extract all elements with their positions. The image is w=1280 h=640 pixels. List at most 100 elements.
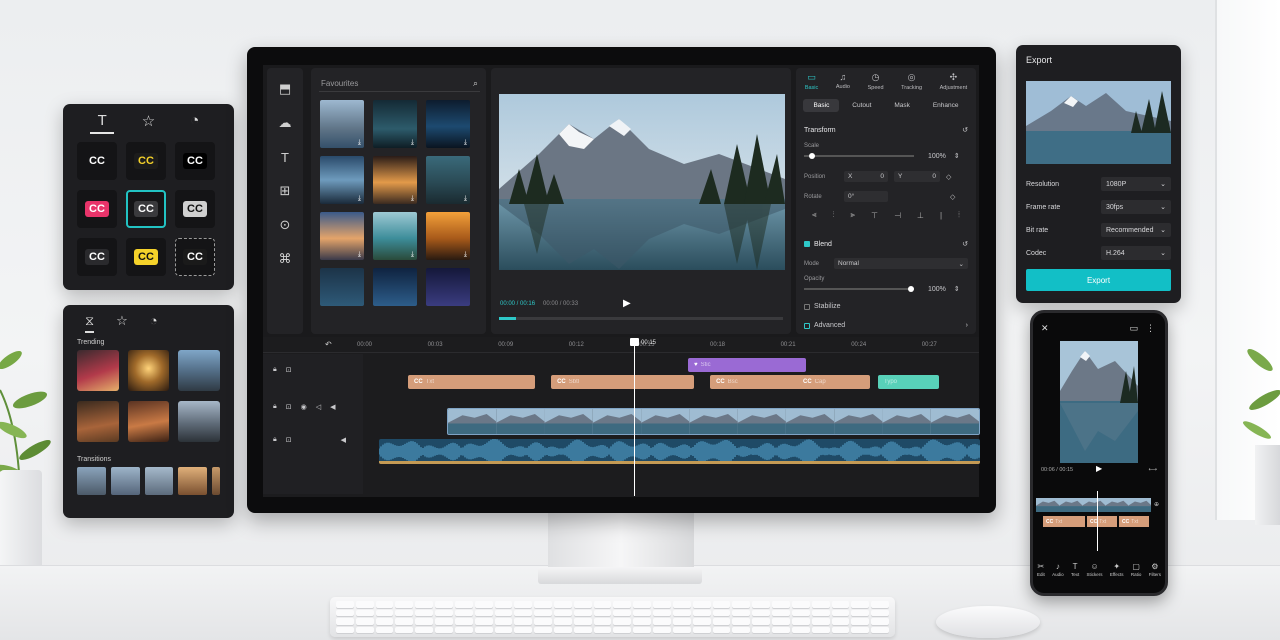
caption-style-tile[interactable]: CC [175, 142, 215, 180]
preview-video[interactable] [499, 94, 785, 270]
checkbox-checked-icon[interactable] [804, 241, 810, 247]
transform-header[interactable]: Transform ↺ [804, 126, 968, 135]
lock-icon[interactable]: ⊡ [286, 366, 292, 374]
download-icon[interactable]: ⤓ [464, 139, 467, 147]
media-thumbnail[interactable]: ⤓ [426, 100, 470, 148]
filters-tool-icon[interactable]: ⌘ [267, 242, 303, 276]
media-thumbnail[interactable]: ⤓ [373, 100, 417, 148]
phone-tool-audio[interactable]: ♪ Audio [1052, 562, 1064, 577]
download-icon[interactable]: ⤓ [464, 195, 467, 203]
transition-thumbnail[interactable] [178, 467, 208, 495]
position-x-field[interactable]: X0 [844, 171, 888, 182]
media-thumbnail[interactable]: ⤓ [320, 100, 364, 148]
volume-icon[interactable]: ◀ [341, 436, 346, 444]
phone-tool-edit[interactable]: ✂ Edit [1037, 562, 1045, 577]
timeline-ruler[interactable]: ↶ 00:00 00:03 00:09 00:12 00:15 00:18 00:21 00:… [263, 337, 979, 353]
phone-video-clip[interactable] [1036, 498, 1151, 512]
position-y-field[interactable]: Y0 [894, 171, 940, 182]
playhead-handle[interactable] [630, 338, 639, 346]
codec-select[interactable]: H.264 ⌄ [1101, 246, 1171, 260]
resolution-select[interactable]: 1080P ⌄ [1101, 177, 1171, 191]
stabilize-row[interactable]: Stabilize [804, 303, 968, 310]
download-icon[interactable]: ⤓ [358, 139, 361, 147]
phone-tool-effects[interactable]: ✦ Effects [1110, 562, 1124, 577]
opacity-slider[interactable] [804, 286, 914, 292]
media-thumbnail[interactable]: ⤓ [320, 156, 364, 204]
lock-icon[interactable]: 🔒︎ [273, 436, 277, 444]
recent-tab-icon[interactable]: ◔ [150, 313, 158, 333]
effect-thumbnail[interactable] [77, 401, 119, 442]
phone-tool-stickers[interactable]: ☺ Stickers [1087, 562, 1103, 577]
effects-tab-icon[interactable]: ⧖ [85, 313, 95, 333]
playhead[interactable] [634, 338, 635, 496]
phone-preview-video[interactable] [1060, 341, 1138, 463]
media-thumbnail[interactable]: ⤓ [426, 212, 470, 260]
subtab-basic[interactable]: Basic [803, 98, 840, 112]
distribute-icon[interactable]: ⦙ [958, 210, 960, 220]
phone-text-clip[interactable]: CC Txt [1043, 516, 1085, 527]
audio-icon[interactable]: ◁ [316, 403, 321, 411]
advanced-row[interactable]: Advanced › [804, 322, 968, 329]
stepper-icon[interactable]: ⇕ [954, 152, 960, 160]
import-icon[interactable]: ⬒ [267, 72, 303, 106]
caption-style-tile[interactable]: CC [77, 238, 117, 276]
text-clip[interactable]: CC Sbtl [551, 375, 695, 389]
scale-slider[interactable] [804, 153, 914, 159]
media-thumbnail[interactable] [320, 268, 364, 306]
reset-icon[interactable]: ↺ [962, 126, 968, 134]
play-icon[interactable]: ▶ [1096, 464, 1102, 473]
transition-thumbnail[interactable] [110, 467, 140, 495]
opacity-slider-knob[interactable] [908, 286, 914, 292]
preview-scrubber[interactable] [499, 317, 783, 320]
fullscreen-icon[interactable]: ▭ [1129, 323, 1138, 334]
keyframe-icon[interactable]: ◇ [946, 173, 951, 181]
lock-icon[interactable]: 🔒︎ [273, 403, 277, 411]
effects-tool-icon[interactable]: ⊙ [267, 208, 303, 242]
transition-thumbnail[interactable] [144, 467, 174, 495]
caption-style-tile-selected[interactable]: CC [126, 190, 166, 228]
transition-thumbnail[interactable] [77, 467, 106, 495]
checkbox-icon[interactable] [804, 322, 810, 329]
effect-thumbnail[interactable] [127, 350, 170, 391]
rotate-field[interactable]: 0° [844, 191, 888, 202]
more-icon[interactable]: ⋮ [1146, 323, 1155, 334]
reset-icon[interactable]: ↺ [962, 240, 968, 248]
text-tool-icon[interactable]: T [267, 140, 303, 174]
effect-thumbnail[interactable] [178, 401, 221, 442]
text-clip[interactable]: CC Txt [408, 375, 536, 389]
text-tab-icon[interactable]: T [90, 112, 115, 134]
volume-icon[interactable]: ◀ [330, 403, 335, 411]
download-icon[interactable]: ⤓ [358, 195, 361, 203]
align-middle-icon[interactable]: ⊣ [894, 211, 901, 220]
media-thumbnail[interactable]: ⤓ [373, 212, 417, 260]
media-search-bar[interactable]: Favourites ⌕ [319, 78, 480, 92]
media-thumbnail[interactable]: ⤓ [320, 212, 364, 260]
align-bottom-icon[interactable]: ⊥ [917, 211, 924, 220]
favorites-tab-icon[interactable]: ☆ [116, 313, 128, 333]
align-left-icon[interactable]: ⫷ [812, 210, 817, 220]
media-thumbnail[interactable]: ⤓ [373, 156, 417, 204]
cover-icon[interactable]: ⊡ [286, 436, 292, 444]
caption-style-tile[interactable]: CC [175, 190, 215, 228]
phone-tool-filters[interactable]: ⚙ Filters [1149, 562, 1161, 577]
blend-header[interactable]: Blend ↺ [804, 240, 968, 248]
caption-style-tile[interactable]: CC [77, 142, 117, 180]
expand-icon[interactable]: ⟷ [1148, 466, 1157, 473]
property-tab-adjustment[interactable]: ✣ Adjustment [940, 72, 968, 94]
add-clip-icon[interactable]: ⊕ [1154, 501, 1159, 508]
download-icon[interactable]: ⤓ [411, 139, 414, 147]
video-clip[interactable] [447, 408, 980, 435]
phone-playhead[interactable] [1097, 491, 1098, 551]
recent-tab-icon[interactable]: ◔ [183, 112, 207, 134]
framerate-select[interactable]: 30fps ⌄ [1101, 200, 1171, 214]
lock-icon[interactable]: 🔒︎ [273, 366, 277, 374]
align-right-icon[interactable]: ⫸ [851, 210, 856, 220]
caption-style-tile[interactable]: CC [175, 238, 215, 276]
text-clip[interactable]: CC Cap [797, 375, 870, 389]
subtab-mask[interactable]: Mask [884, 99, 920, 112]
sticker-clip[interactable]: ♥ Stic [688, 358, 806, 372]
align-top-icon[interactable]: ⊤ [871, 211, 878, 220]
audio-clip[interactable] [379, 439, 980, 464]
scale-slider-knob[interactable] [809, 153, 816, 159]
keyframe-icon[interactable]: ◇ [950, 193, 955, 201]
